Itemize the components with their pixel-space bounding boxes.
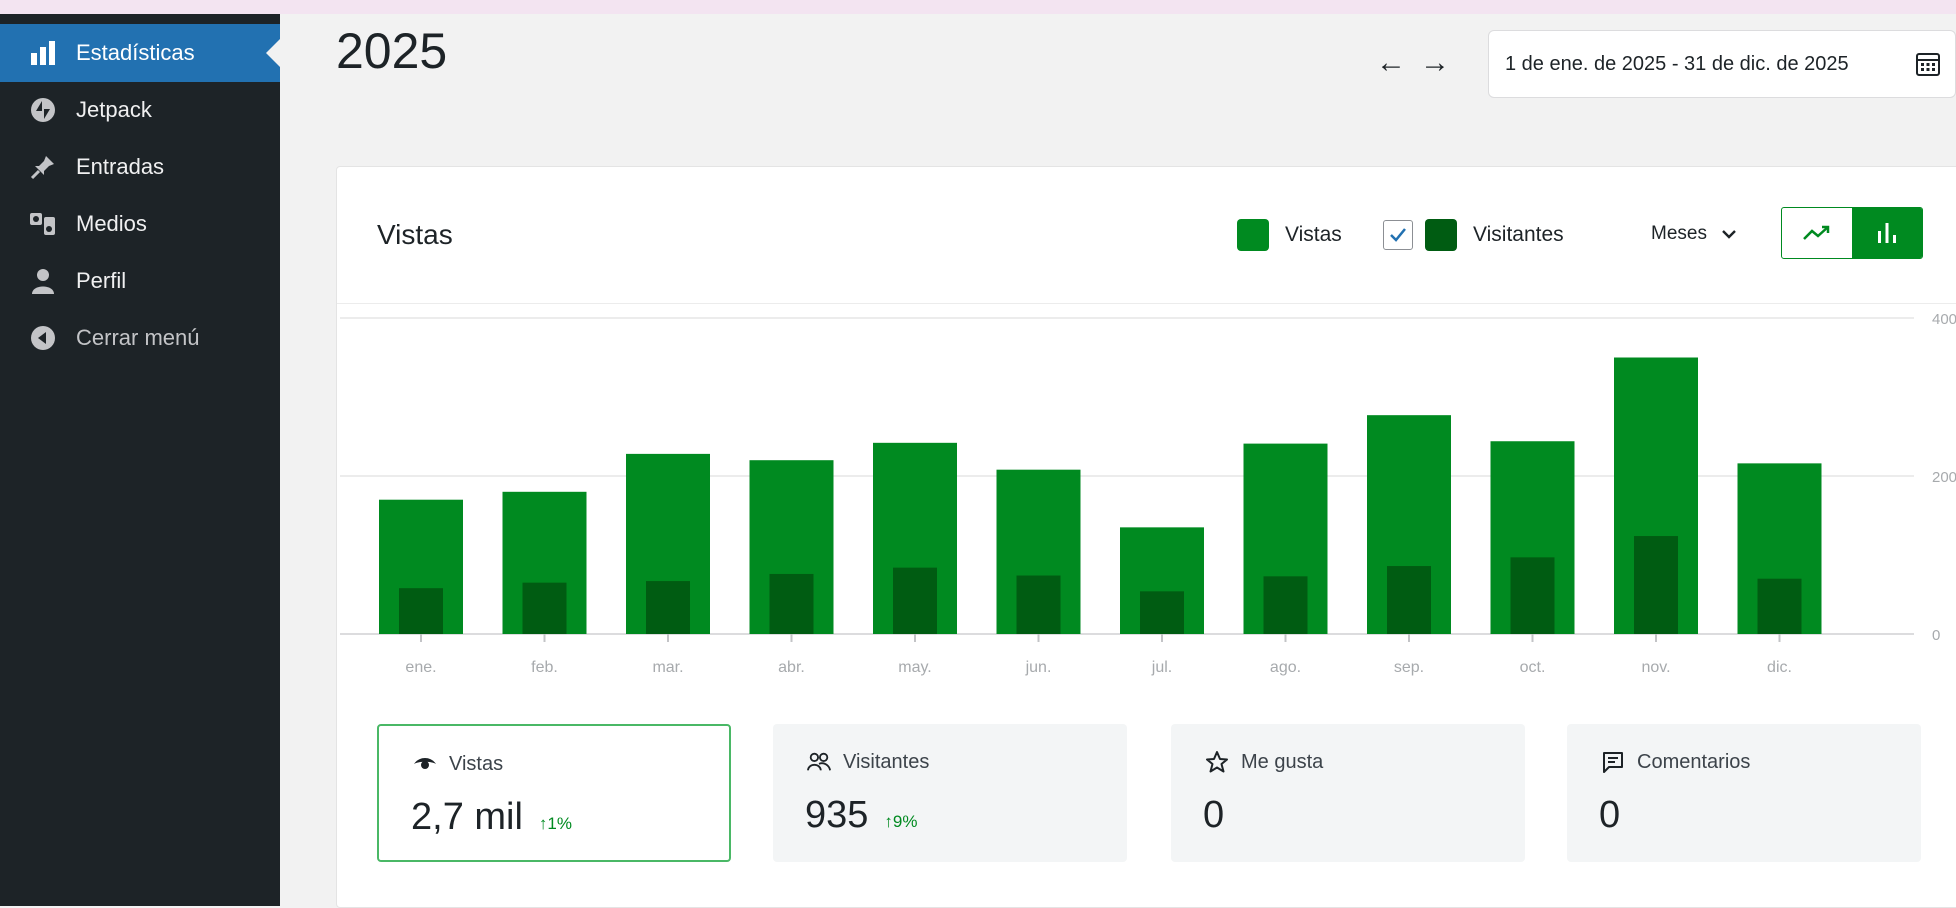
legend-swatch [1425,219,1457,251]
line-chart-toggle-button[interactable] [1782,208,1852,258]
sidebar-item-label: Perfil [76,268,127,293]
bar-visitantes[interactable] [1634,536,1678,634]
period-select-value: Meses [1651,223,1707,244]
chevron-down-icon [1722,230,1736,239]
bar-chart-icon [1878,223,1896,243]
sidebar-item-cerrar-menu[interactable]: Cerrar menú [0,309,280,367]
admin-sidebar: Estadísticas Jetpack Entradas Medios Per… [0,14,280,906]
bar-visitantes[interactable] [893,567,937,634]
sidebar-item-medios[interactable]: Medios [0,195,280,253]
bar-visitantes[interactable] [399,588,443,634]
line-chart-icon [1803,225,1830,240]
x-tick-label: abr. [778,659,805,676]
checkmark-icon [1390,228,1406,242]
collapse-icon [28,323,58,353]
stat-label: Vistas [449,752,504,775]
stat-delta: ↑9% [884,812,918,831]
legend-swatch [1237,219,1269,251]
x-tick-label: sep. [1394,659,1424,676]
period-select[interactable]: Meses [1651,223,1737,245]
bar-visitantes[interactable] [646,581,690,634]
stat-value: 935 [805,794,869,836]
legend-label: Visitantes [1473,223,1564,246]
stat-comentarios[interactable]: Comentarios 0 [1567,724,1921,862]
bar-visitantes[interactable] [522,582,567,634]
date-range-picker[interactable]: 1 de ene. de 2025 - 31 de dic. de 2025 [1488,30,1956,98]
x-tick-label: may. [898,659,931,676]
eye-icon [413,752,437,776]
pin-icon [28,152,58,182]
page-title: 2025 [336,23,448,79]
x-tick-label: feb. [531,659,558,676]
jetpack-icon [28,95,58,125]
previous-period-button[interactable]: ← [1376,46,1406,80]
stat-value: 0 [1599,794,1621,836]
x-tick-label: ago. [1270,659,1301,676]
stat-delta: ↑1% [538,814,572,833]
bar-visitantes[interactable] [1387,566,1431,634]
legend-vistas: Vistas [1237,219,1342,251]
sidebar-item-entradas[interactable]: Entradas [0,138,280,196]
sidebar-item-estadisticas[interactable]: Estadísticas [0,24,280,82]
stat-value: 2,7 mil [411,796,523,838]
x-tick-label: jul. [1151,659,1172,676]
top-strip [0,0,1956,14]
bar-visitantes[interactable] [769,573,814,634]
bar-visitantes[interactable] [1510,557,1555,634]
calendar-icon [1915,51,1941,77]
bar-visitantes[interactable] [1263,576,1308,634]
x-tick-label: ene. [405,659,436,676]
people-icon [807,750,831,774]
x-tick-label: nov. [1641,659,1670,676]
next-period-button[interactable]: → [1420,46,1450,80]
sidebar-item-label: Jetpack [76,97,152,122]
bar-visitantes[interactable] [1757,578,1802,634]
sidebar-item-label: Cerrar menú [76,325,200,350]
legend-visitantes: Visitantes [1383,219,1564,251]
y-tick-label: 0 [1932,627,1940,644]
stat-label: Visitantes [843,750,930,773]
x-tick-label: oct. [1520,659,1546,676]
sidebar-item-label: Entradas [76,154,165,179]
date-range-text: 1 de ene. de 2025 - 31 de dic. de 2025 [1505,52,1849,75]
bar-chart-icon [28,38,58,68]
stat-value: 0 [1203,794,1225,836]
bar-visitantes[interactable] [1140,591,1184,634]
sidebar-item-label: Estadísticas [76,40,195,65]
chart-type-toggle [1781,207,1923,259]
sidebar-item-perfil[interactable]: Perfil [0,252,280,310]
bar-visitantes[interactable] [1016,575,1061,634]
card-title: Vistas [377,219,453,250]
y-tick-label: 400 [1932,311,1956,328]
legend-label: Vistas [1285,223,1342,246]
x-tick-label: mar. [652,659,683,676]
media-icon [28,209,58,239]
bar-chart-toggle-button[interactable] [1852,208,1922,258]
y-tick-label: 200 [1932,469,1956,486]
star-icon [1205,750,1229,774]
stat-vistas[interactable]: Vistas 2,7 mil ↑1% [377,724,731,862]
x-tick-label: jun. [1025,659,1052,676]
comment-icon [1601,750,1625,774]
sidebar-item-jetpack[interactable]: Jetpack [0,81,280,139]
views-bar-chart: 0 200 400 ene. feb. mar. abr. may. jun. jul. ago. s… [340,311,1956,676]
visitantes-checkbox[interactable] [1383,220,1413,250]
stat-visitantes[interactable]: Visitantes 935 ↑9% [773,724,1127,862]
x-tick-label: dic. [1767,659,1792,676]
user-icon [28,266,58,296]
stat-label: Me gusta [1241,750,1324,773]
stat-me-gusta[interactable]: Me gusta 0 [1171,724,1525,862]
sidebar-item-label: Medios [76,211,147,236]
stat-label: Comentarios [1637,750,1751,773]
